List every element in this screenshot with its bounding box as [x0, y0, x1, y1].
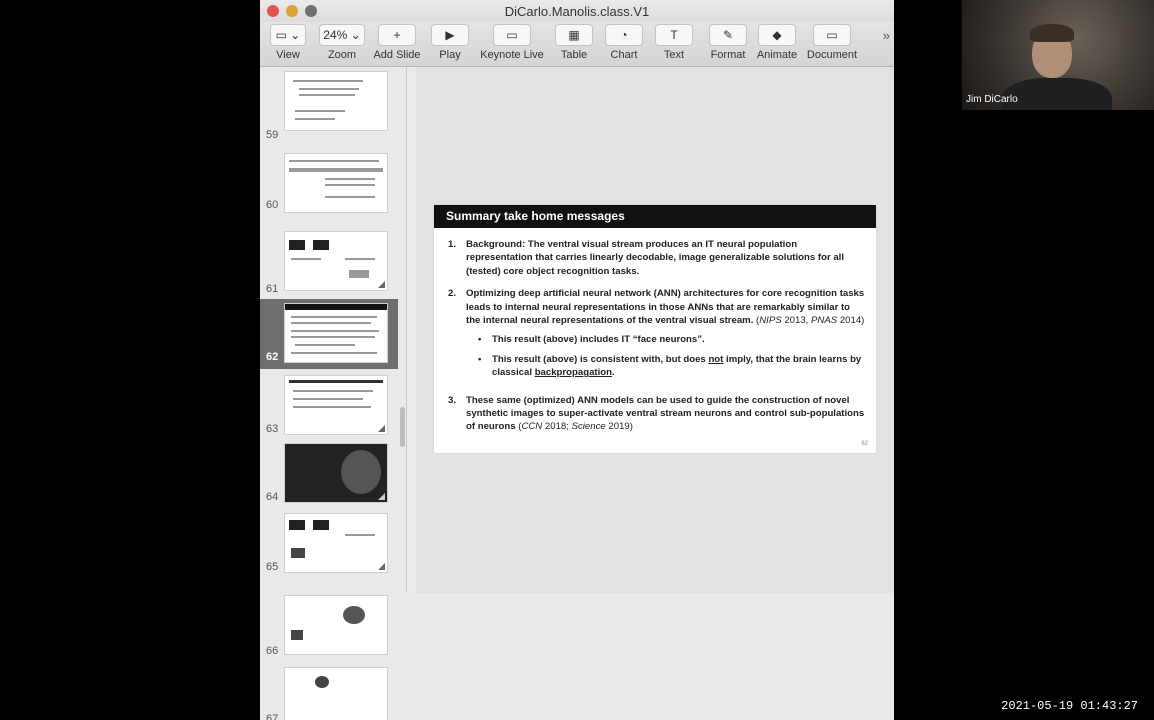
bullet-end: .	[611, 367, 615, 379]
slide-thumbnail-62[interactable]	[284, 303, 388, 363]
chart-icon[interactable]: ◔	[605, 24, 643, 46]
keynote-live-tool[interactable]: ▭ Keynote Live	[478, 24, 546, 64]
play-label: Play	[439, 49, 461, 61]
slide-thumbnail-59[interactable]	[284, 71, 388, 131]
summary-item-1: 1. Background: The ventral visual stream…	[448, 238, 866, 278]
slide-body: 1. Background: The ventral visual stream…	[448, 238, 866, 443]
slide-thumbnail-64[interactable]	[284, 443, 388, 503]
animate-label: Animate	[756, 49, 798, 61]
view-tool[interactable]: ▭ ⌄ View	[268, 24, 308, 64]
selected-slide-row[interactable]: 62	[260, 299, 398, 369]
slide-page-number: 62	[861, 441, 868, 447]
title-bar: DiCarlo.Manolis.class.V1	[260, 0, 894, 22]
view-label: View	[276, 49, 300, 61]
text-icon[interactable]: T	[655, 24, 693, 46]
table-tool[interactable]: ▦ Table	[554, 24, 594, 64]
keynote-live-label: Keynote Live	[480, 49, 544, 61]
bullet-text: This result (above) is consistent with, …	[492, 353, 706, 365]
citation-journal: PNAS	[811, 315, 838, 327]
citation-journal: CCN	[521, 421, 543, 433]
text-tool[interactable]: T Text	[654, 24, 694, 64]
document-tool[interactable]: ▭ Document	[804, 24, 860, 64]
zoom-label: Zoom	[327, 49, 357, 61]
keynote-live-icon[interactable]: ▭	[493, 24, 531, 46]
animate-icon[interactable]: ◆	[758, 24, 796, 46]
citation-journal: Science	[571, 421, 606, 433]
citation-year: 2018;	[544, 421, 569, 433]
slide-number: 66	[266, 645, 279, 657]
keynote-window: DiCarlo.Manolis.class.V1 ▭ ⌄ View 24% ⌄ …	[260, 0, 894, 720]
sub-bullet-2: • This result (above) is consistent with…	[478, 353, 862, 379]
citation-year: 2013,	[784, 315, 809, 327]
summary-item-2: 2. Optimizing deep artificial neural net…	[448, 288, 865, 379]
format-label: Format	[710, 49, 746, 61]
slide-number: 62	[266, 351, 279, 363]
toolbar-overflow-icon[interactable]: »	[883, 28, 890, 43]
slide-number: 59	[266, 129, 279, 141]
slide-thumbnail-67[interactable]	[284, 667, 388, 720]
recording-timestamp: 2021-05-19 01:43:27	[1001, 699, 1138, 713]
participant-video: Jim DiCarlo	[962, 0, 1154, 110]
toolbar: ▭ ⌄ View 24% ⌄ Zoom + Add Slide ▶ Play ▭…	[260, 22, 894, 67]
item-number: 2.	[448, 288, 457, 300]
citation-year: 2014)	[839, 315, 865, 327]
document-label: Document	[806, 49, 858, 61]
slide-navigator[interactable]: 59 60 61 62 63 64 65 66 67	[260, 67, 407, 720]
citation-year: 2019)	[608, 421, 633, 433]
play-icon[interactable]: ▶	[431, 24, 469, 46]
emphasis-backpropagation: backpropagation	[534, 367, 612, 379]
slide-number: 65	[266, 561, 279, 573]
navigator-scrollbar[interactable]	[400, 407, 405, 447]
slide-number: 60	[266, 199, 279, 211]
slide-thumbnail-65[interactable]	[284, 513, 388, 573]
table-label: Table	[560, 49, 588, 61]
slide-thumbnail-66[interactable]	[284, 595, 388, 655]
slide-thumbnail-63[interactable]	[284, 375, 388, 435]
add-slide-label: Add Slide	[373, 49, 421, 61]
slide-heading: Summary take home messages	[434, 205, 876, 228]
slide-number: 64	[266, 491, 279, 503]
bullet-text: This result (above) includes IT “face ne…	[492, 334, 705, 346]
item-number: 1.	[448, 239, 457, 250]
participant-name: Jim DiCarlo	[966, 94, 1018, 105]
sidebar-icon[interactable]: ▭ ⌄	[270, 24, 306, 46]
person-hair	[1030, 24, 1074, 42]
citation-journal: NIPS	[759, 315, 782, 327]
emphasis-not: not	[708, 353, 724, 365]
format-tool[interactable]: ✎ Format	[706, 24, 750, 64]
table-icon[interactable]: ▦	[555, 24, 593, 46]
animate-tool[interactable]: ◆ Animate	[754, 24, 800, 64]
slide-thumbnail-60[interactable]	[284, 153, 388, 213]
sub-bullet-1: • This result (above) includes IT “face …	[478, 334, 705, 346]
slide-number: 61	[266, 283, 279, 295]
summary-item-3: 3. These same (optimized) ANN models can…	[448, 394, 865, 433]
plus-icon[interactable]: +	[378, 24, 416, 46]
item-text: Background: The ventral visual stream pr…	[466, 239, 845, 277]
zoom-select[interactable]: 24% ⌄	[319, 24, 365, 46]
window-title: DiCarlo.Manolis.class.V1	[504, 4, 650, 19]
play-tool[interactable]: ▶ Play	[430, 24, 470, 64]
current-slide[interactable]: Summary take home messages 1. Background…	[434, 205, 876, 453]
document-icon[interactable]: ▭	[813, 24, 851, 46]
format-brush-icon[interactable]: ✎	[709, 24, 747, 46]
canvas-empty-area	[406, 593, 894, 720]
chart-tool[interactable]: ◔ Chart	[604, 24, 644, 64]
text-label: Text	[663, 49, 685, 61]
slide-number: 63	[266, 423, 279, 435]
add-slide-tool[interactable]: + Add Slide	[372, 24, 422, 64]
slide-number: 67	[266, 713, 279, 720]
slide-thumbnail-61[interactable]	[284, 231, 388, 291]
chart-label: Chart	[610, 49, 638, 61]
person-shoulders	[1002, 78, 1112, 110]
item-number: 3.	[448, 394, 457, 406]
zoom-tool[interactable]: 24% ⌄ Zoom	[318, 24, 366, 64]
